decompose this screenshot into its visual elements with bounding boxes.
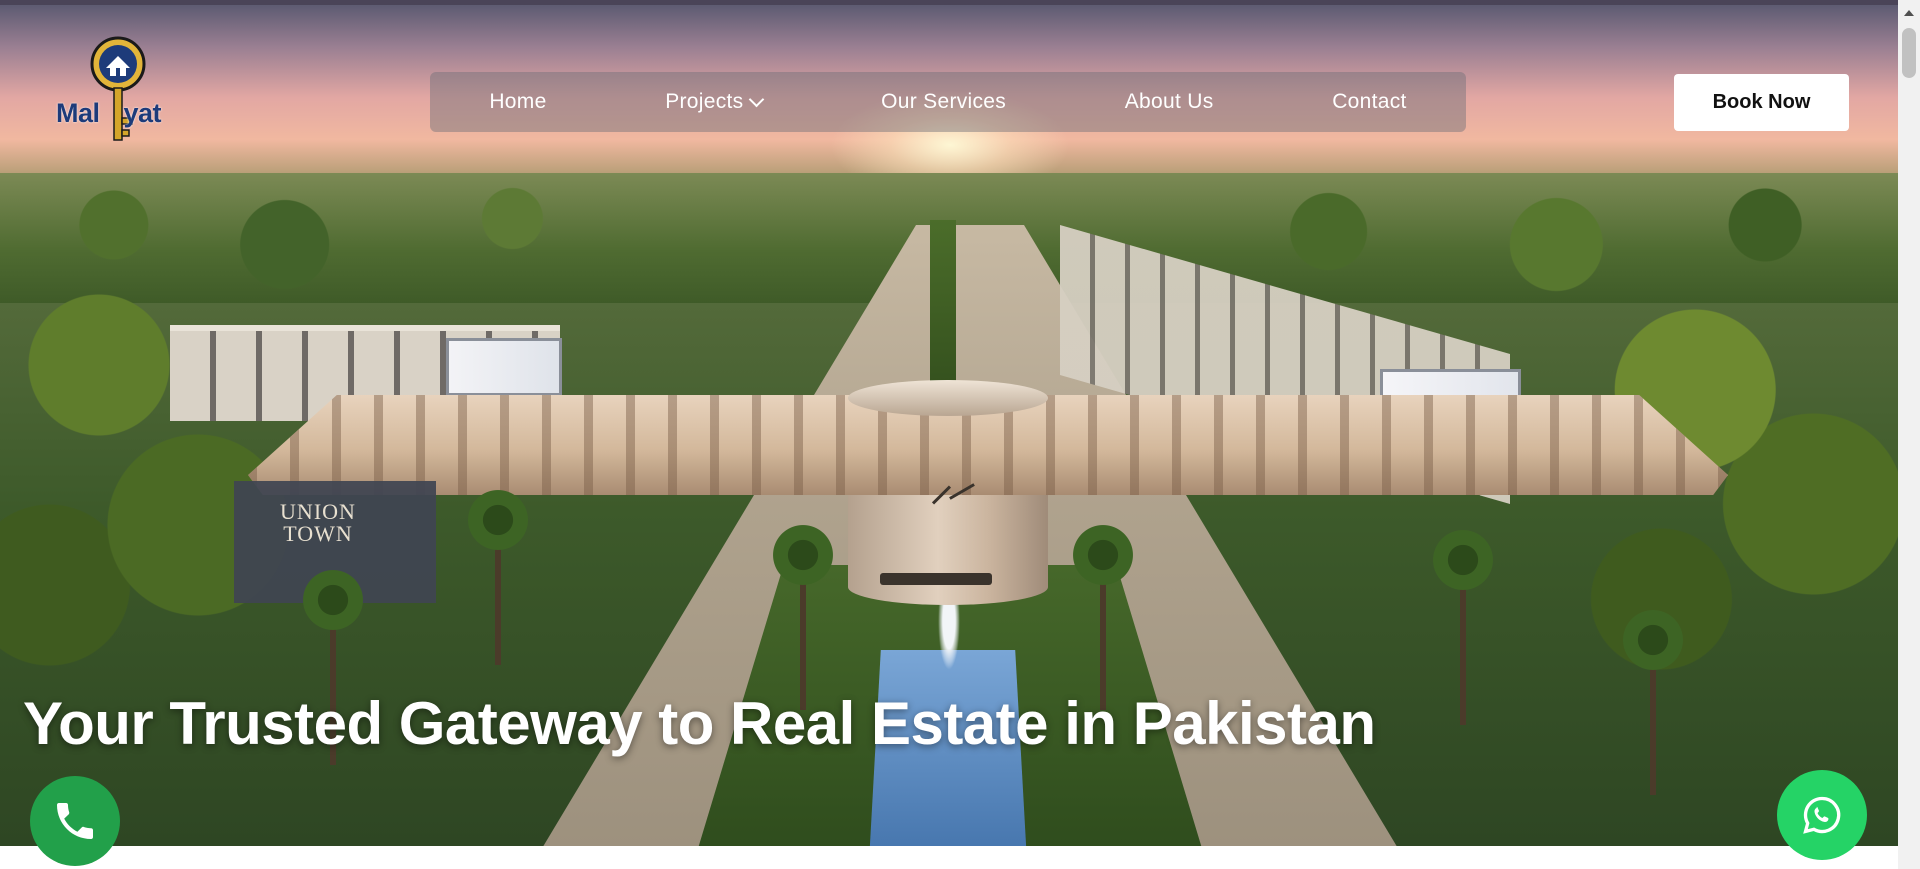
phone-icon xyxy=(57,803,93,839)
book-now-button[interactable]: Book Now xyxy=(1674,74,1849,131)
scrollbar-thumb[interactable] xyxy=(1902,28,1916,78)
chevron-down-icon xyxy=(749,91,765,107)
sign-line-1: UNION xyxy=(280,499,356,524)
nav-item-our-services[interactable]: Our Services xyxy=(881,90,1006,114)
union-town-sign-text: UNION TOWN xyxy=(248,501,388,545)
nav-item-label: Our Services xyxy=(881,90,1007,113)
page-below-hero xyxy=(0,846,1898,869)
palm-tree xyxy=(768,520,838,590)
call-button[interactable] xyxy=(30,776,120,866)
page-scrollbar[interactable] xyxy=(1898,0,1920,869)
palm-tree xyxy=(463,485,533,555)
palm-tree xyxy=(1068,520,1138,590)
nav-item-about-us[interactable]: About Us xyxy=(1125,90,1214,114)
palm-tree xyxy=(1428,525,1498,595)
nav-item-label: About Us xyxy=(1124,90,1214,113)
whatsapp-icon xyxy=(1803,796,1841,834)
logo-wordmark: Mal yat xyxy=(56,98,162,129)
palm-tree xyxy=(1618,605,1688,675)
main-navigation: Home Projects Our Services About Us Cont… xyxy=(430,72,1466,132)
tower-opening xyxy=(880,573,992,585)
nav-item-home[interactable]: Home xyxy=(489,90,546,114)
gate-tower-top xyxy=(848,380,1048,416)
fountain xyxy=(938,600,960,670)
nav-item-contact[interactable]: Contact xyxy=(1332,90,1406,114)
nav-item-label: Contact xyxy=(1332,90,1407,113)
logo-text-left: Mal xyxy=(56,98,100,128)
hero-title: Your Trusted Gateway to Real Estate in P… xyxy=(23,690,1376,757)
palm-tree xyxy=(298,565,368,635)
whatsapp-button[interactable] xyxy=(1777,770,1867,860)
nav-item-label: Projects xyxy=(665,90,744,113)
house-key-logo-icon xyxy=(90,36,146,141)
nav-item-label: Home xyxy=(489,90,547,113)
nav-item-projects[interactable]: Projects xyxy=(665,90,765,114)
scroll-up-arrow-icon[interactable] xyxy=(1904,10,1914,16)
billboard-left xyxy=(446,338,562,396)
site-logo[interactable] xyxy=(50,36,180,154)
logo-text-right: yat xyxy=(123,98,162,128)
sign-line-2: TOWN xyxy=(283,521,353,546)
